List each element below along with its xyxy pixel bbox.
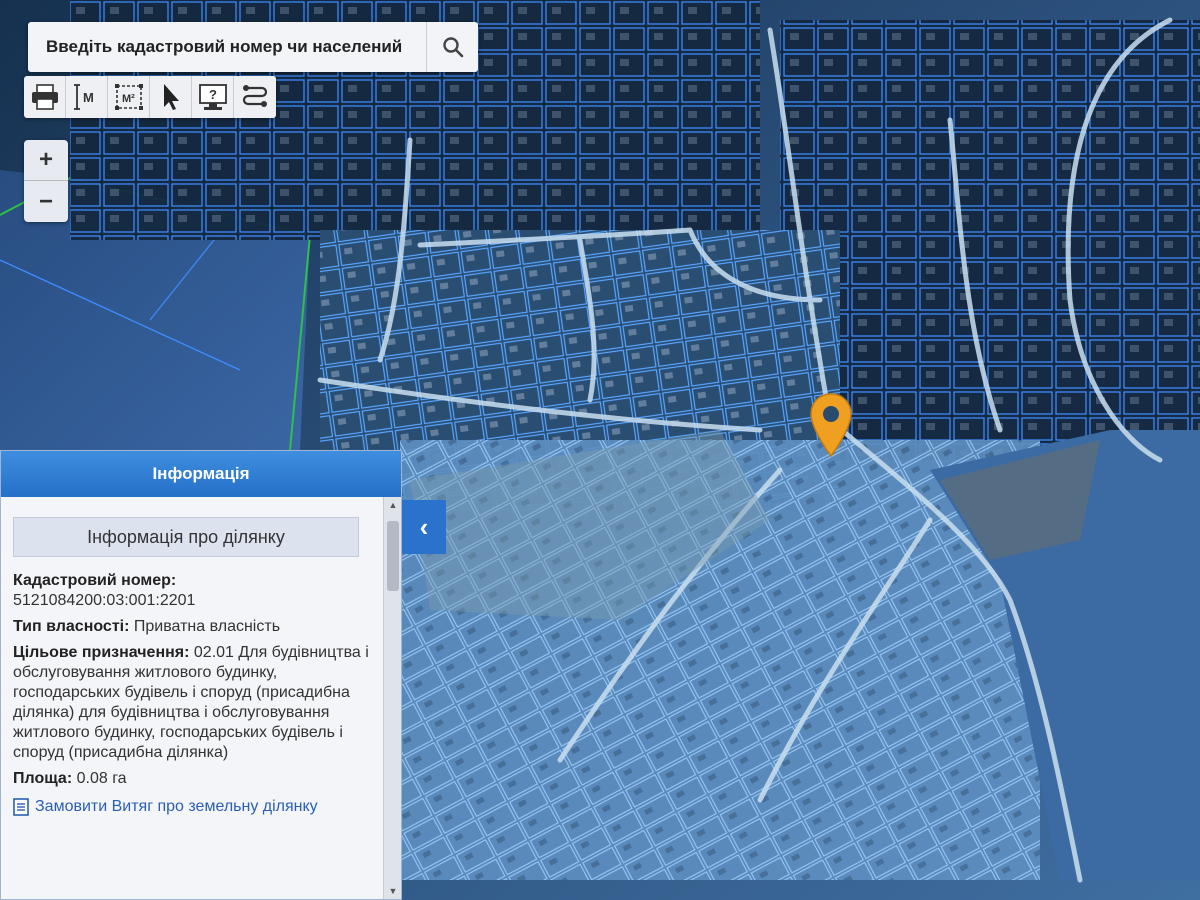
cadastral-number-row: Кадастровий номер: 5121084200:03:001:220… [13, 571, 371, 611]
help-screen-icon: ? [198, 84, 227, 110]
search-icon [442, 37, 463, 58]
search-button[interactable] [426, 22, 478, 72]
area-label: Площа: [13, 770, 73, 787]
parcel-info-section-button[interactable]: Інформація про ділянку [13, 517, 359, 557]
scroll-thumb[interactable] [387, 521, 399, 591]
info-panel-scrollbar[interactable]: ▲ ▼ [383, 497, 401, 899]
measure-distance-icon: M [73, 84, 94, 110]
purpose-value: 02.01 Для будівництва і обслуговування ж… [13, 644, 369, 761]
ownership-row: Тип власності: Приватна власність [13, 617, 371, 637]
ownership-label: Тип власності: [13, 618, 130, 635]
print-button[interactable] [24, 76, 66, 118]
measure-distance-label: M [83, 90, 94, 105]
collapse-panel-button[interactable]: ‹ [402, 500, 446, 554]
order-extract-link[interactable]: Замовити Витяг про земельну ділянку [13, 797, 371, 817]
measure-area-label: M² [122, 93, 135, 105]
document-list-icon [13, 798, 29, 816]
purpose-label: Цільове призначення: [13, 644, 190, 661]
order-extract-label: Замовити Витяг про земельну ділянку [35, 798, 318, 815]
select-pointer-button[interactable] [150, 76, 192, 118]
zoom-out-button[interactable]: − [24, 181, 68, 222]
route-button[interactable] [234, 76, 276, 118]
scroll-up-arrow-icon[interactable]: ▲ [384, 497, 402, 513]
help-button[interactable]: ? [192, 76, 234, 118]
location-pin-icon[interactable] [808, 392, 854, 460]
info-panel: Інформація Інформація про ділянку Кадаст… [0, 450, 402, 900]
cadastral-number-value: 5121084200:03:001:2201 [13, 592, 196, 609]
search-bar [28, 22, 478, 72]
svg-text:?: ? [209, 87, 217, 102]
area-row: Площа: 0.08 га [13, 769, 371, 789]
measure-distance-button[interactable]: M [66, 76, 108, 118]
area-value: 0.08 га [76, 770, 127, 787]
pointer-icon [163, 84, 179, 110]
measure-area-button[interactable]: M² [108, 76, 150, 118]
zoom-control: + − [24, 140, 68, 222]
purpose-row: Цільове призначення: 02.01 Для будівницт… [13, 643, 371, 763]
info-panel-title: Інформація [1, 451, 401, 497]
route-icon [242, 85, 268, 107]
ownership-value: Приватна власність [133, 618, 281, 635]
printer-icon [31, 84, 58, 110]
cadastral-number-label: Кадастровий номер: [13, 572, 177, 589]
info-panel-body: Інформація про ділянку Кадастровий номер… [1, 497, 383, 899]
scroll-down-arrow-icon[interactable]: ▼ [384, 883, 402, 899]
map-toolbar: M M² ? [24, 76, 276, 118]
zoom-in-button[interactable]: + [24, 140, 68, 181]
search-input[interactable] [28, 22, 426, 72]
measure-area-icon: M² [114, 84, 143, 110]
